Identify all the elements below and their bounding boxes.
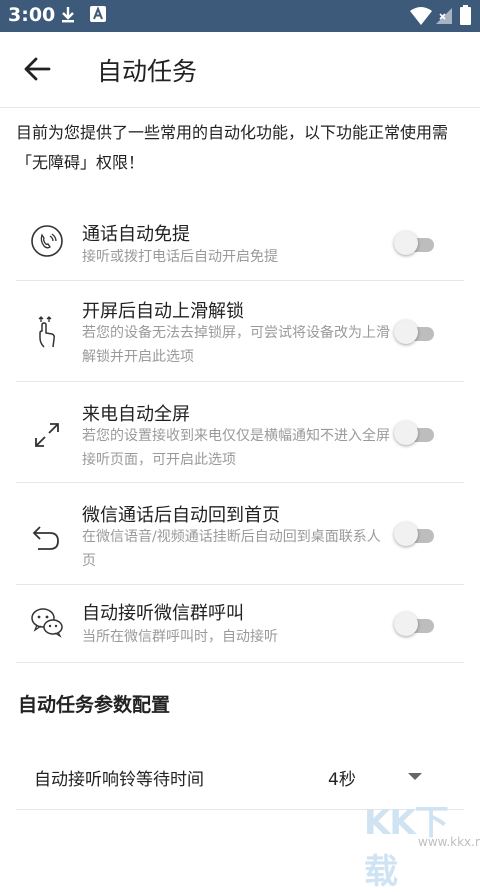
- app-bar: 自动任务: [0, 32, 480, 108]
- item-title: 自动接听微信群呼叫: [82, 603, 244, 624]
- dropdown-arrow-icon[interactable]: [408, 773, 422, 780]
- auto-task-item-fullscreen[interactable]: 来电自动全屏 若您的设置接收到来电仅仅是横幅通知不进入全屏接听页面，可开启此选项: [16, 382, 464, 483]
- setting-value[interactable]: 4秒: [328, 765, 356, 790]
- item-title: 通话自动免提: [82, 224, 190, 245]
- fullscreen-expand-icon: [35, 423, 59, 447]
- auto-task-item-speakerphone[interactable]: 通话自动免提 接听或拨打电话后自动开启免提: [16, 200, 464, 281]
- wifi-icon: [410, 7, 432, 25]
- section-title: 自动任务参数配置: [18, 694, 171, 716]
- back-arrow-icon[interactable]: [22, 54, 52, 84]
- wechat-return-toggle[interactable]: [394, 522, 434, 546]
- page-title: 自动任务: [97, 57, 198, 86]
- item-description: 在微信语音/视频通话挂断后自动回到桌面联系人页: [82, 529, 381, 569]
- status-bar: 3:00: [0, 0, 480, 32]
- speakerphone-icon: [31, 225, 63, 257]
- swipe-unlock-toggle[interactable]: [394, 320, 434, 344]
- item-description: 接听或拨打电话后自动开启免提: [82, 249, 278, 265]
- watermark-url: www.kkx.net: [418, 835, 480, 849]
- item-description: 当所在微信群呼叫时，自动接听: [82, 629, 278, 645]
- item-title: 来电自动全屏: [82, 404, 190, 425]
- speakerphone-toggle[interactable]: [394, 231, 434, 255]
- download-icon: [62, 7, 74, 23]
- wechat-group-toggle[interactable]: [394, 612, 434, 636]
- watermark: KK下载 www.kkx.net: [360, 795, 480, 892]
- item-description: 若您的设置接收到来电仅仅是横幅通知不进入全屏接听页面，可开启此选项: [82, 428, 390, 468]
- auto-task-item-wechat-group[interactable]: 自动接听微信群呼叫 当所在微信群呼叫时，自动接听: [16, 585, 464, 663]
- signal-icon: [436, 8, 452, 24]
- battery-icon: [460, 5, 471, 25]
- toggle-knob: [394, 231, 418, 255]
- item-description: 若您的设备无法去掉锁屏，可尝试将设备改为上滑解锁并开启此选项: [82, 325, 390, 365]
- item-title: 开屏后自动上滑解锁: [82, 301, 244, 322]
- toggle-knob: [394, 421, 418, 445]
- swipe-up-gesture-icon: [38, 316, 55, 348]
- toggle-knob: [394, 612, 418, 636]
- item-title: 微信通话后自动回到首页: [82, 505, 280, 526]
- toggle-knob: [394, 320, 418, 344]
- setting-label: 自动接听响铃等待时间: [34, 770, 204, 790]
- fullscreen-toggle[interactable]: [394, 421, 434, 445]
- app-notification-icon: [90, 6, 106, 22]
- wechat-icon: [31, 608, 63, 638]
- toggle-knob: [394, 522, 418, 546]
- status-time: 3:00: [8, 4, 56, 26]
- auto-task-item-swipe-unlock[interactable]: 开屏后自动上滑解锁 若您的设备无法去掉锁屏，可尝试将设备改为上滑解锁并开启此选项: [16, 281, 464, 382]
- return-arrow-icon: [32, 526, 59, 550]
- auto-task-item-wechat-return[interactable]: 微信通话后自动回到首页 在微信语音/视频通话挂断后自动回到桌面联系人页: [16, 483, 464, 585]
- intro-text: 目前为您提供了一些常用的自动化功能，以下功能正常使用需「无障碍」权限！: [16, 123, 449, 172]
